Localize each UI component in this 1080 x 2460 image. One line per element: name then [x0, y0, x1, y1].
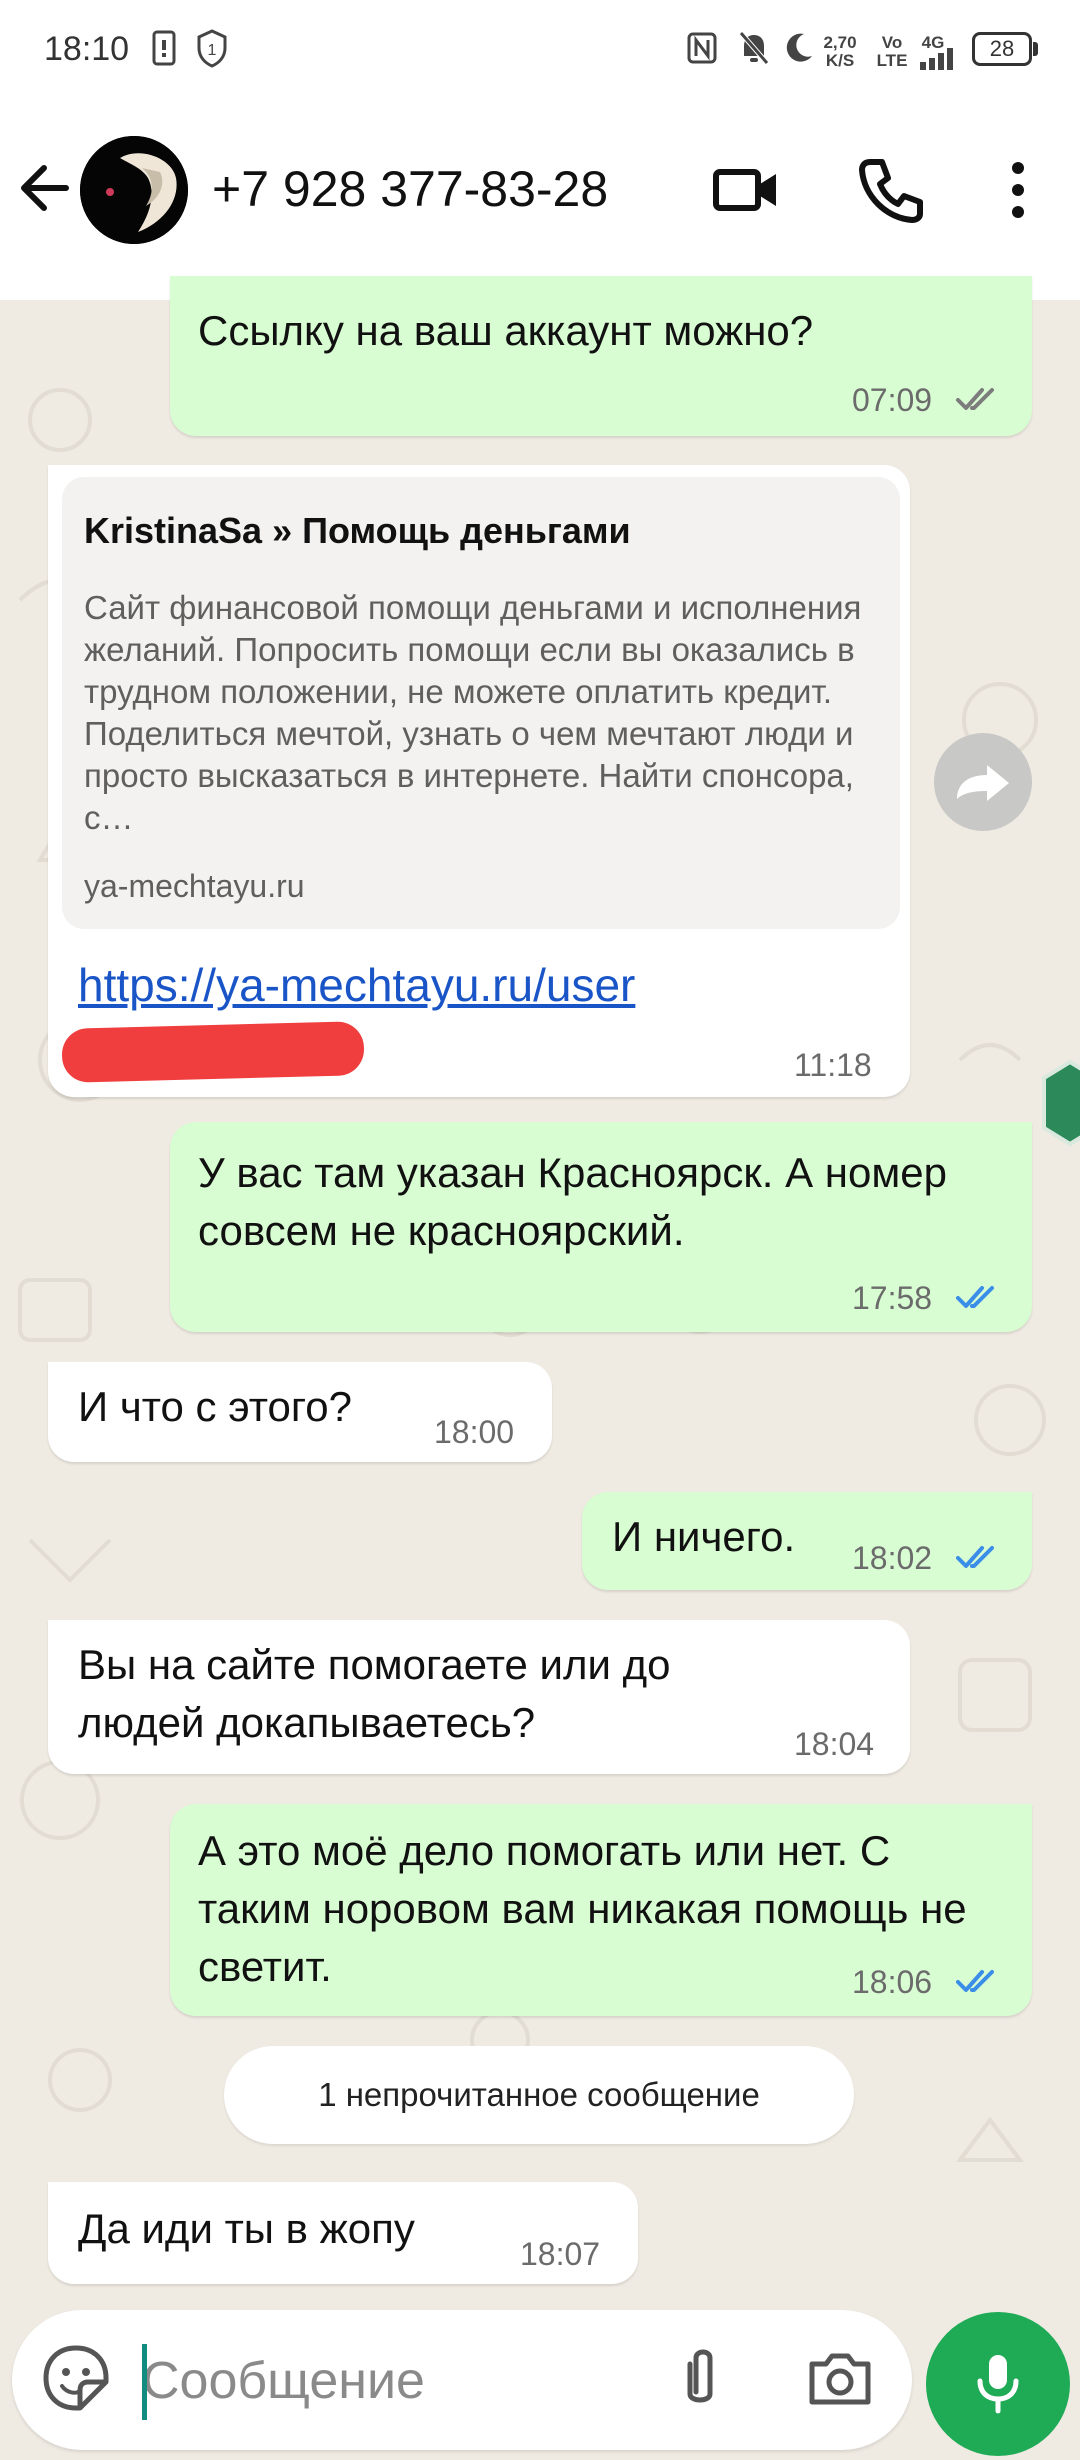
link-preview-title: KristinaSa » Помощь деньгами	[84, 510, 631, 551]
double-check-icon	[956, 1546, 994, 1568]
battery-indicator: 28	[972, 32, 1032, 66]
volte-top: Vo	[881, 33, 903, 52]
message-time: 11:18	[794, 1047, 872, 1083]
message-link[interactable]: https://ya-mechtayu.ru/user	[78, 958, 635, 1012]
message-time: 18:00	[434, 1414, 515, 1450]
notification-icon	[152, 30, 176, 66]
message-time: 18:04	[794, 1726, 875, 1762]
status-time: 18:10	[44, 30, 130, 68]
battery-tip	[1033, 42, 1038, 56]
message-text: Вы на сайте помогаете или до людей докап…	[78, 1641, 671, 1746]
svg-text:1: 1	[208, 42, 217, 59]
net-speed-value: 2,70	[823, 33, 857, 52]
link-preview-description: Сайт финансовой помощи деньгами и исполн…	[84, 589, 862, 836]
message-time: 18:06	[852, 1964, 933, 2000]
phone-icon[interactable]	[850, 150, 930, 230]
signal-icon	[920, 48, 953, 70]
message-text: И ничего.	[612, 1513, 796, 1560]
unread-messages-divider: 1 непрочитанное сообщение	[224, 2046, 854, 2144]
message-time: 07:09	[852, 382, 933, 418]
message-time: 18:07	[520, 2236, 601, 2272]
redaction-scribble	[61, 1021, 365, 1083]
microphone-icon	[977, 2355, 1019, 2414]
message-time: 18:02	[852, 1540, 933, 1576]
message-text: Ссылку на ваш аккаунт можно?	[198, 307, 814, 354]
paperclip-icon[interactable]	[660, 2338, 740, 2418]
double-check-icon	[956, 388, 994, 410]
mute-bell-icon	[739, 31, 769, 65]
nfc-icon	[687, 32, 717, 64]
double-check-icon	[956, 1970, 994, 1992]
arrow-left-icon[interactable]	[14, 150, 74, 226]
message-text: Да иди ты в жопу	[78, 2205, 415, 2252]
message-input[interactable]	[142, 2345, 642, 2417]
do-not-disturb-moon-icon	[786, 33, 812, 62]
link-preview-domain: ya-mechtayu.ru	[84, 868, 305, 904]
forward-button[interactable]	[934, 733, 1032, 831]
text-cursor	[142, 2344, 147, 2420]
message-time: 17:58	[852, 1280, 933, 1316]
avatar[interactable]	[80, 136, 188, 244]
voice-record-button[interactable]	[926, 2312, 1070, 2456]
forward-icon	[957, 765, 1009, 801]
double-check-icon	[956, 1286, 994, 1308]
volte-bottom: LTE	[876, 51, 908, 70]
hexagon-badge-icon[interactable]	[1040, 1058, 1080, 1148]
net-speed-unit: K/S	[825, 51, 855, 70]
video-camera-icon[interactable]	[706, 150, 786, 230]
more-vertical-icon[interactable]	[978, 150, 1038, 230]
message-text: У вас там указан Красноярск. А номер сов…	[198, 1149, 947, 1254]
message-text: И что с этого?	[78, 1383, 352, 1430]
sticker-emoji-icon[interactable]	[36, 2338, 116, 2418]
contact-name[interactable]: +7 928 377-83-28	[212, 160, 608, 218]
shield-icon: 1	[197, 29, 227, 68]
avatar-image	[80, 136, 188, 244]
camera-icon[interactable]	[800, 2338, 880, 2418]
